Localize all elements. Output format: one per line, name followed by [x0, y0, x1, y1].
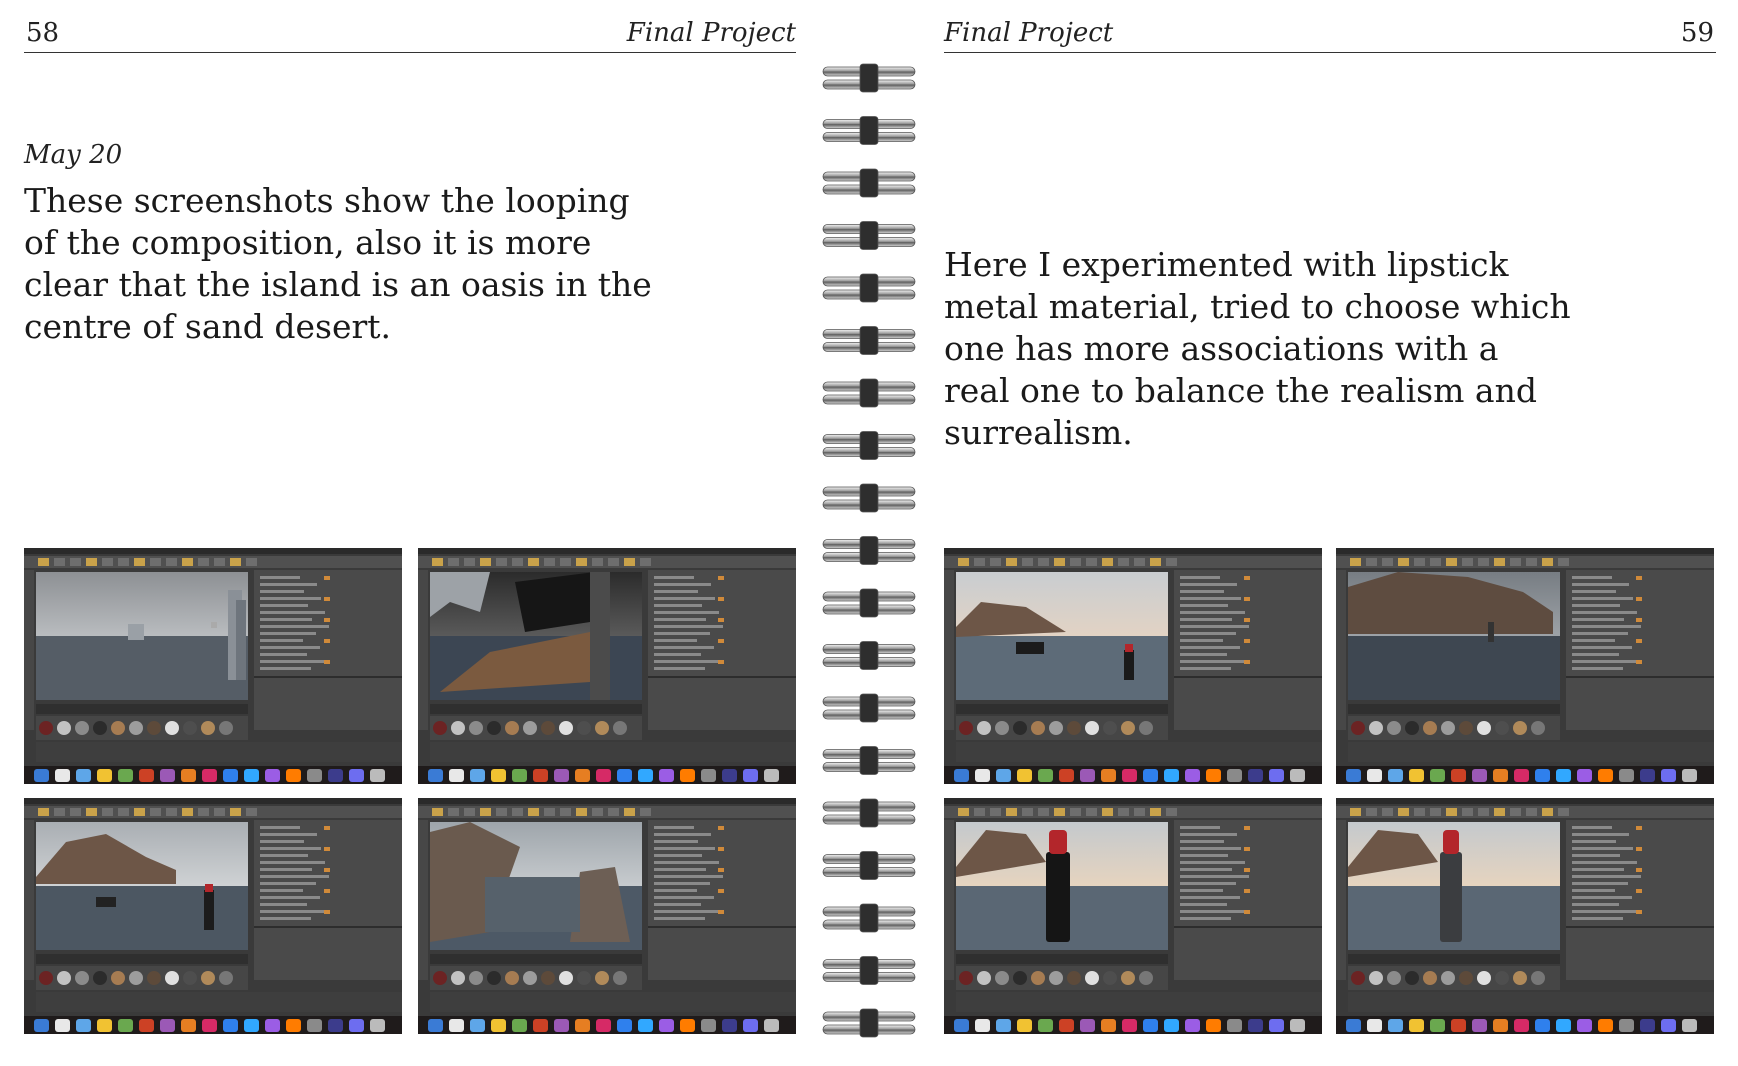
running-title: Final Project	[626, 18, 796, 48]
spiral-ring	[822, 273, 916, 303]
screenshot-c4d-rock-reflection	[418, 798, 796, 1034]
body-line: one has more associations with a	[944, 329, 1499, 368]
body-line: centre of sand desert.	[24, 307, 392, 346]
spiral-ring	[822, 693, 916, 723]
spiral-ring	[822, 221, 916, 250]
body-line: clear that the island is an oasis in the	[24, 265, 652, 304]
spiral-ring	[822, 641, 916, 670]
body-paragraph: Here I experimented with lipstick metal …	[944, 244, 1644, 454]
spiral-binding	[822, 63, 916, 1038]
spiral-ring	[822, 378, 916, 408]
screenshot-c4d-rock-sunset	[944, 548, 1322, 784]
page-number: 58	[26, 18, 60, 48]
screenshot-c4d-dark-lake	[1336, 548, 1714, 784]
spiral-ring	[822, 431, 916, 460]
right-page: Final Project 59 Here I experimented wit…	[918, 0, 1738, 1066]
body-line: surrealism.	[944, 413, 1133, 452]
spiral-ring	[822, 326, 916, 355]
spiral-ring	[822, 483, 916, 513]
header-rule	[24, 52, 796, 53]
spiral-ring	[822, 588, 916, 618]
spiral-ring	[822, 168, 916, 198]
spiral-ring	[822, 903, 916, 933]
running-title: Final Project	[944, 18, 1114, 48]
spiral-ring	[822, 536, 916, 565]
body-line: These screenshots show the looping	[24, 181, 630, 220]
spiral-ring	[822, 63, 916, 93]
screenshot-c4d-rock-island	[24, 798, 402, 1034]
body-paragraph: These screenshots show the looping of th…	[24, 180, 664, 348]
body-line: real one to balance the realism and	[944, 371, 1537, 410]
body-line: of the composition, also it is more	[24, 223, 592, 262]
screenshot-c4d-box-interior	[418, 548, 796, 784]
spiral-ring	[822, 1008, 916, 1038]
page-number: 59	[1680, 18, 1714, 48]
screenshot-c4d-lipstick-close	[944, 798, 1322, 1034]
spiral-ring	[822, 116, 916, 145]
spiral-ring	[822, 851, 916, 880]
header-rule	[944, 52, 1716, 53]
entry-date: May 20	[24, 140, 123, 170]
screenshot-c4d-lipstick-close-2	[1336, 798, 1714, 1034]
spiral-ring	[822, 956, 916, 985]
left-page: 58 Final Project May 20 These screenshot…	[0, 0, 820, 1066]
spiral-ring	[822, 746, 916, 775]
body-line: Here I experimented with lipstick	[944, 245, 1509, 284]
body-line: metal material, tried to choose which	[944, 287, 1571, 326]
screenshot-c4d-grey-water	[24, 548, 402, 784]
spiral-ring	[822, 798, 916, 828]
